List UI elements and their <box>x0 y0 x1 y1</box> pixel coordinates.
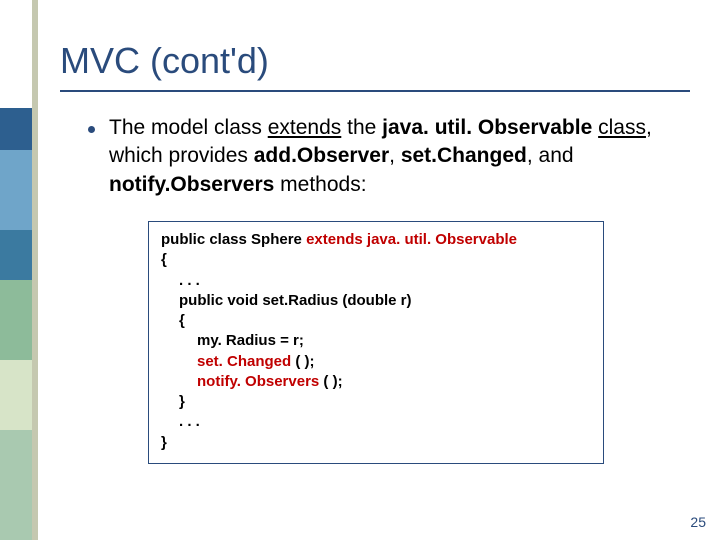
code-line: . . . <box>161 271 591 291</box>
text: the <box>341 116 382 139</box>
bullet-dot <box>88 126 95 133</box>
side-decoration-edge <box>0 0 38 540</box>
code-line: } <box>161 392 591 412</box>
text-underline: class <box>598 116 646 139</box>
page-number: 25 <box>690 514 706 530</box>
text-bold: java. util. Observable <box>382 116 592 139</box>
slide-content: MVC (cont'd) The model class extends the… <box>60 40 690 464</box>
code-line: { <box>161 311 591 331</box>
code-line: } <box>161 433 591 453</box>
text: The model class <box>109 116 268 139</box>
code-line: public void set.Radius (double r) <box>161 291 591 311</box>
code-line: notify. Observers ( ); <box>161 372 591 392</box>
code-text: ( ); <box>291 353 314 370</box>
text-bold: set.Changed <box>401 144 527 167</box>
code-box: public class Sphere extends java. util. … <box>148 221 604 464</box>
code-highlight: notify. Observers <box>197 373 319 390</box>
text-bold: add.Observer <box>254 144 389 167</box>
code-text: public class Sphere <box>161 231 306 248</box>
code-line: set. Changed ( ); <box>161 352 591 372</box>
slide-body: The model class extends the java. util. … <box>88 114 690 464</box>
bullet-text: The model class extends the java. util. … <box>109 114 690 199</box>
slide-title: MVC (cont'd) <box>60 40 690 82</box>
text-bold: notify.Observers <box>109 173 274 196</box>
code-line: { <box>161 250 591 270</box>
text-underline: extends <box>268 116 342 139</box>
code-line: my. Radius = r; <box>161 331 591 351</box>
code-text: ( ); <box>319 373 342 390</box>
code-highlight: set. Changed <box>197 353 291 370</box>
code-highlight: extends java. util. Observable <box>306 231 517 248</box>
title-rule <box>60 90 690 92</box>
code-line: public class Sphere extends java. util. … <box>161 230 591 250</box>
bullet-item: The model class extends the java. util. … <box>88 114 690 199</box>
code-line: . . . <box>161 412 591 432</box>
text: , <box>389 144 401 167</box>
text: , and <box>527 144 574 167</box>
text: methods: <box>274 173 366 196</box>
